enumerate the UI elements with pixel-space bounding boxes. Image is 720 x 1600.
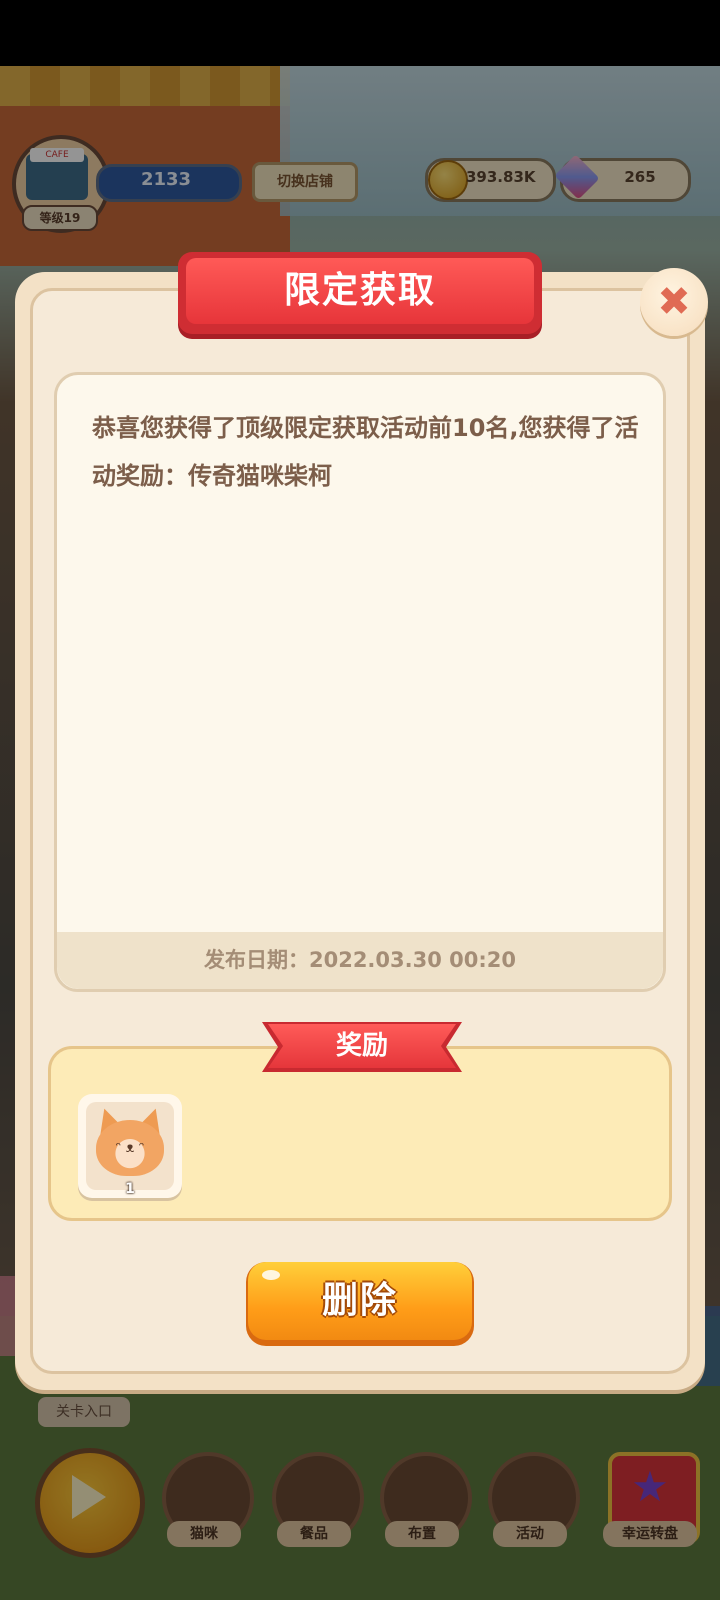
delete-label: 删除	[321, 1280, 398, 1321]
reward-header: 奖励	[335, 1031, 388, 1061]
cat-face: ᵔ ᴥ ᵔ	[115, 1140, 145, 1156]
dialog-title: 限定获取	[283, 270, 436, 311]
publish-date: 发布日期：2022.03.30 00:20	[203, 948, 516, 972]
reward-item-count: 1	[125, 1181, 135, 1197]
message-text: 恭喜您获得了顶级限定获取活动前10名,您获得了活动奖励：传奇猫咪柴柯	[92, 414, 639, 490]
close-icon: ✖	[657, 279, 691, 325]
